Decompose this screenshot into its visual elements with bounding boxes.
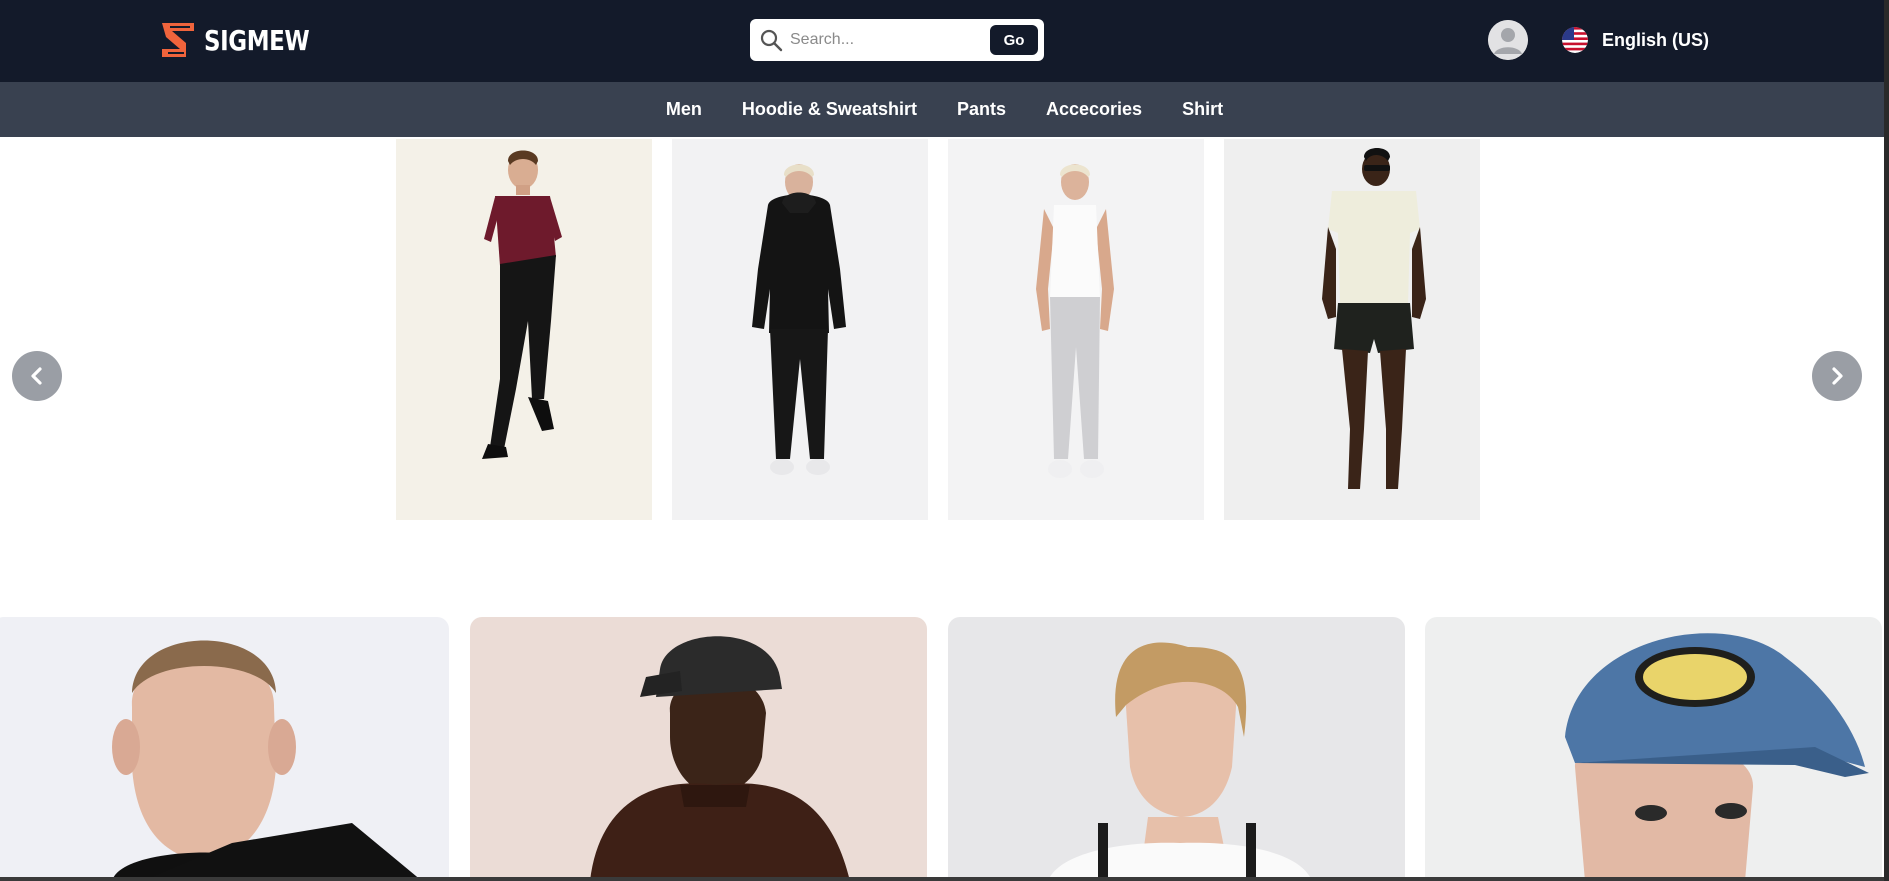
carousel-slide-maroon-polo[interactable] bbox=[396, 139, 652, 520]
product-image bbox=[1224, 139, 1480, 520]
language-label: English (US) bbox=[1602, 29, 1709, 50]
user-avatar-icon[interactable] bbox=[1488, 20, 1528, 60]
product-image bbox=[1425, 617, 1882, 881]
product-carousel bbox=[0, 137, 1889, 520]
nav-item-shirt[interactable]: Shirt bbox=[1182, 99, 1223, 120]
window-bottom-edge bbox=[0, 877, 1889, 881]
nav-item-accecories[interactable]: Accecories bbox=[1046, 99, 1142, 120]
product-image bbox=[948, 139, 1204, 520]
carousel-slide-cream-tee[interactable] bbox=[1224, 139, 1480, 520]
carousel-slide-white-tank[interactable] bbox=[948, 139, 1204, 520]
language-selector[interactable]: English (US) bbox=[1562, 26, 1709, 54]
featured-card-1[interactable] bbox=[0, 617, 449, 881]
top-header: SIGMEW Go English bbox=[0, 0, 1889, 82]
search-bar: Go bbox=[750, 19, 1044, 61]
search-input[interactable] bbox=[790, 31, 980, 49]
search-go-button[interactable]: Go bbox=[990, 25, 1038, 55]
product-image bbox=[396, 139, 652, 520]
carousel-slide-black-hoodie[interactable] bbox=[672, 139, 928, 520]
page-scrollbar[interactable] bbox=[1884, 0, 1889, 881]
search-icon bbox=[760, 29, 783, 52]
chevron-right-icon bbox=[1832, 367, 1843, 385]
product-image bbox=[0, 617, 449, 881]
category-nav: Men Hoodie & Sweatshirt Pants Accecories… bbox=[0, 82, 1889, 137]
product-image bbox=[470, 617, 927, 881]
brand-logo[interactable]: SIGMEW bbox=[160, 20, 332, 60]
nav-item-pants[interactable]: Pants bbox=[957, 99, 1006, 120]
product-image bbox=[948, 617, 1405, 881]
featured-card-3[interactable] bbox=[948, 617, 1405, 881]
product-image bbox=[672, 139, 928, 520]
carousel-next-button[interactable] bbox=[1812, 351, 1862, 401]
featured-card-4[interactable] bbox=[1425, 617, 1882, 881]
featured-card-2[interactable] bbox=[470, 617, 927, 881]
chevron-left-icon bbox=[31, 367, 42, 385]
carousel-prev-button[interactable] bbox=[12, 351, 62, 401]
us-flag-icon bbox=[1562, 27, 1588, 53]
brand-logo-icon bbox=[162, 23, 194, 57]
nav-item-men[interactable]: Men bbox=[666, 99, 702, 120]
nav-item-hoodie-sweatshirt[interactable]: Hoodie & Sweatshirt bbox=[742, 99, 917, 120]
brand-name: SIGMEW bbox=[204, 23, 310, 57]
